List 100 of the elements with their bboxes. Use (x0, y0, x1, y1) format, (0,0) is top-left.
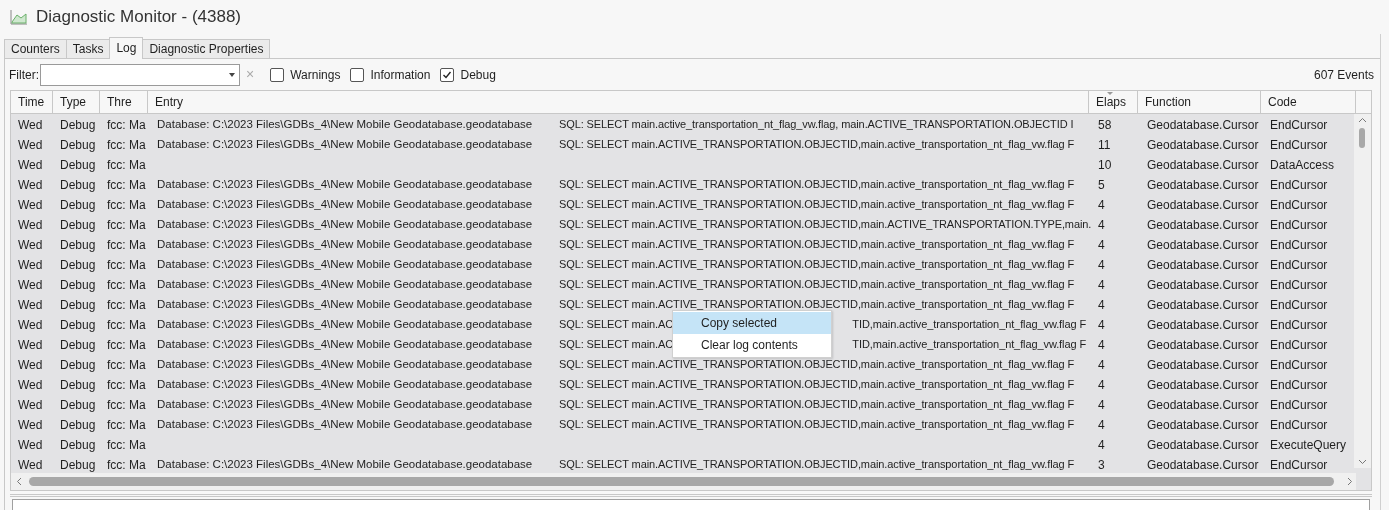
table-cell: Database: C:\2023 Files\GDBs_4\New Mobile Geodatabase.geodatabase (157, 378, 533, 391)
table-cell: Debug (60, 418, 96, 432)
table-cell: fcc: Ma (107, 158, 146, 172)
table-cell: Database: C:\2023 Files\GDBs_4\New Mobile Geodatabase.geodatabase (157, 238, 533, 251)
tab[interactable]: Diagnostic Properties (142, 39, 271, 58)
chart-icon (10, 9, 28, 25)
scroll-up-icon[interactable] (1359, 118, 1366, 122)
table-cell: Debug (60, 438, 96, 452)
table-cell: Geodatabase.Cursor (1147, 458, 1259, 472)
column-header[interactable]: Type (53, 91, 100, 113)
table-cell: Database: C:\2023 Files\GDBs_4\New Mobile Geodatabase.geodatabase (157, 398, 533, 411)
table-cell: Debug (60, 398, 96, 412)
vertical-scrollbar[interactable] (1354, 114, 1371, 468)
table-cell: Wed (18, 198, 43, 212)
column-header[interactable]: Entry (148, 91, 1089, 113)
table-cell: Debug (60, 218, 96, 232)
menu-item[interactable]: Clear log contents (673, 334, 831, 356)
table-cell: EndCursor (1270, 458, 1328, 472)
column-header[interactable]: Thre (100, 91, 148, 113)
filter-combo[interactable] (40, 63, 240, 86)
table-cell: 4 (1098, 258, 1105, 272)
column-header[interactable]: Function (1138, 91, 1261, 113)
scroll-thumb[interactable] (29, 477, 1334, 486)
scroll-right-icon[interactable] (1348, 478, 1352, 485)
filter-label: Filter: (9, 66, 39, 84)
table-cell: Database: C:\2023 Files\GDBs_4\New Mobile Geodatabase.geodatabase (157, 198, 533, 211)
table-cell: 11 (1098, 138, 1111, 152)
table-cell: Wed (18, 218, 43, 232)
table-cell: Debug (60, 378, 96, 392)
tab[interactable]: Tasks (65, 39, 111, 58)
column-header[interactable]: Elaps (1089, 91, 1138, 113)
checkbox-label: Debug (460, 66, 496, 84)
table-cell: fcc: Ma (107, 418, 146, 432)
table-cell: Geodatabase.Cursor (1147, 418, 1259, 432)
table-cell: Geodatabase.Cursor (1147, 438, 1259, 452)
table-cell-text: SQL: SELECT main.ACTIVE_TRANSPORTATION.OBJECTID,main.active_transportation_nt_flag_vw.flag F (559, 297, 1075, 313)
table-cell: EndCursor (1270, 338, 1328, 352)
table-cell: 10 (1098, 158, 1112, 172)
table-cell: Wed (18, 398, 43, 412)
table-cell: fcc: Ma (107, 138, 146, 152)
table-cell: 4 (1098, 398, 1105, 412)
scroll-thumb[interactable] (1359, 128, 1365, 148)
table-cell: DataAccess (1270, 158, 1335, 172)
table-cell: Wed (18, 118, 43, 132)
table-cell: 4 (1098, 438, 1105, 452)
table-cell: Geodatabase.Cursor (1147, 358, 1259, 372)
table-cell: 4 (1098, 278, 1105, 292)
table-cell: EndCursor (1270, 258, 1328, 272)
table-cell: Wed (18, 298, 43, 312)
table-cell: Geodatabase.Cursor (1147, 118, 1259, 132)
table-cell: Wed (18, 178, 43, 192)
tab[interactable]: Counters (4, 39, 67, 58)
table-cell: Wed (18, 438, 43, 452)
table-cell: Wed (18, 278, 43, 292)
table-cell: Geodatabase.Cursor (1147, 138, 1259, 152)
table-cell: Wed (18, 158, 43, 172)
table-cell: EndCursor (1270, 238, 1328, 252)
table-cell: Database: C:\2023 Files\GDBs_4\New Mobile Geodatabase.geodatabase (157, 118, 533, 131)
table-cell-text: TID,main.active_transportation_nt_flag_vw.flag F (852, 337, 1086, 353)
table-cell: Database: C:\2023 Files\GDBs_4\New Mobile Geodatabase.geodatabase (157, 258, 533, 271)
table-cell: Debug (60, 158, 96, 172)
table-cell: fcc: Ma (107, 198, 146, 212)
scroll-down-icon[interactable] (1359, 460, 1366, 464)
table-cell: Debug (60, 258, 96, 272)
table-cell: EndCursor (1270, 138, 1328, 152)
table-cell: Geodatabase.Cursor (1147, 278, 1259, 292)
table-cell: Debug (60, 118, 96, 132)
table-cell: Geodatabase.Cursor (1147, 258, 1259, 272)
table-cell: Geodatabase.Cursor (1147, 178, 1259, 192)
menu-item[interactable]: Copy selected (673, 312, 831, 334)
table-cell: EndCursor (1270, 218, 1328, 232)
horizontal-scrollbar[interactable] (11, 473, 1356, 490)
table-cell: Wed (18, 138, 43, 152)
table-cell: Geodatabase.Cursor (1147, 338, 1259, 352)
table-cell: Database: C:\2023 Files\GDBs_4\New Mobile Geodatabase.geodatabase (157, 298, 533, 311)
table-cell-text: SQL: SELECT main.ACTIVE_TRANSPORTATION.OBJECTID,main.active_transportation_nt_flag_vw.flag F (559, 417, 1075, 433)
table-cell: 4 (1098, 418, 1105, 432)
table-cell: 4 (1098, 358, 1105, 372)
table-cell-text: SQL: SELECT main.ACTIVE_TRANSPORTATION.OBJECTID,main.active_transportation_nt_flag_vw.flag F (559, 137, 1075, 153)
table-cell: Geodatabase.Cursor (1147, 238, 1259, 252)
window-title: Diagnostic Monitor - (4388) (36, 6, 242, 29)
table-cell: Wed (18, 318, 43, 332)
table-cell: EndCursor (1270, 378, 1328, 392)
checkbox[interactable] (270, 67, 285, 82)
table-cell: Wed (18, 258, 43, 272)
table-cell-text: SQL: SELECT main.ACTIVE_TRANSPORTATION.OBJECTID,main.active_transportation_nt_flag_vw.flag F (559, 457, 1075, 473)
table-cell-text: SQL: SELECT main.ACTIVE_TRANSPORTATION.OBJECTID,main.active_transportation_nt_flag_vw.flag F (559, 257, 1075, 273)
checkbox[interactable] (350, 67, 365, 82)
table-cell: Database: C:\2023 Files\GDBs_4\New Mobile Geodatabase.geodatabase (157, 338, 533, 351)
table-cell: fcc: Ma (107, 258, 146, 272)
tab[interactable]: Log (109, 37, 144, 59)
scroll-left-icon[interactable] (17, 478, 21, 485)
table-cell: 4 (1098, 318, 1105, 332)
column-header[interactable]: Time (11, 91, 53, 113)
table-cell: 4 (1098, 218, 1105, 232)
checkbox[interactable] (440, 67, 455, 82)
table-cell: Debug (60, 338, 96, 352)
table-cell: EndCursor (1270, 418, 1328, 432)
table-cell: 4 (1098, 378, 1105, 392)
table-cell-text: SQL: SELECT main.active_transportation_nt_flag_vw.flag, main.ACTIVE_TRANSPORTATION.OBJECTID I (559, 117, 1074, 133)
